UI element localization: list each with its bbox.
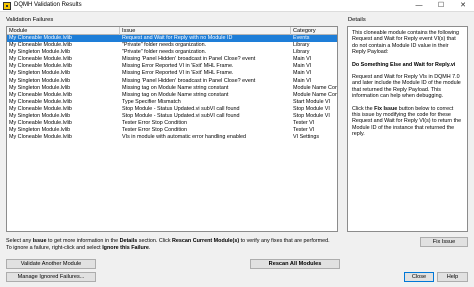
help-button[interactable]: Help (437, 272, 468, 282)
help-text: Select any Issue to get more information… (6, 238, 336, 252)
help-line-1: Select any Issue to get more information… (6, 238, 330, 244)
module-cell: My Cloneable Module.lvlib (9, 105, 72, 112)
issue-cell: Missing 'Panel Hidden' broadcast in Pane… (122, 56, 256, 63)
issue-cell: Missing Error Reported VI in 'Exit' MHL … (122, 63, 234, 70)
category-cell: Events (293, 35, 310, 41)
issue-cell: "Private" folder needs organization. (122, 49, 207, 56)
window-title: DQMH Validation Results (14, 2, 82, 8)
table-row[interactable]: My Cloneable Module.lvlib Missing 'Panel … (7, 56, 337, 63)
table-row[interactable]: My Singleton Module.lvlib Missing Error R… (7, 70, 337, 77)
category-cell: VI Settings (293, 134, 320, 141)
module-cell: My Cloneable Module.lvlib (9, 56, 72, 63)
category-cell: Library (293, 49, 310, 56)
issue-cell: Missing Error Reported VI in 'Exit' MHL … (122, 70, 234, 77)
module-cell: My Singleton Module.lvlib (9, 127, 71, 134)
category-cell: Module Name Const (293, 91, 338, 98)
table-row[interactable]: My Singleton Module.lvlib Missing 'Panel … (7, 78, 337, 85)
issue-cell: VIs in module with automatic error handl… (122, 134, 247, 141)
module-cell: My Cloneable Module.lvlib (9, 91, 72, 98)
category-cell: Module Name Const (293, 84, 338, 91)
validation-failures-label: Validation Failures (6, 17, 54, 23)
issue-cell: Missing tag on Module Name string consta… (122, 91, 229, 98)
module-cell: My Cloneable Module.lvlib (9, 63, 72, 70)
category-cell: Tester VI (293, 127, 315, 134)
issue-cell: Request and Wait for Reply with no Modul… (122, 35, 233, 41)
table-row[interactable]: My Cloneable Module.lvlib Missing tag on … (7, 92, 337, 99)
validate-another-module-button[interactable]: Validate Another Module (6, 259, 96, 269)
table-row[interactable]: My Singleton Module.lvlib Missing tag on … (7, 85, 337, 92)
module-cell: My Singleton Module.lvlib (9, 49, 71, 56)
category-cell: Stop Module VI (293, 113, 330, 120)
table-row[interactable]: My Singleton Module.lvlib "Private" folde… (7, 49, 337, 56)
column-header-module[interactable]: Module (7, 27, 120, 35)
category-cell: Main VI (293, 70, 312, 77)
close-button[interactable]: Close (404, 272, 434, 282)
details-label: Details (348, 17, 366, 23)
issue-cell: Missing tag on Module Name string consta… (122, 84, 229, 91)
module-cell: My Cloneable Module.lvlib (9, 120, 72, 127)
table-row[interactable]: My Cloneable Module.lvlib "Private" folde… (7, 42, 337, 49)
details-intro: This cloneable module contains the follo… (352, 30, 459, 56)
manage-ignored-failures-button[interactable]: Manage Ignored Failures... (6, 272, 96, 282)
issue-cell: Tester Error Stop Condition (122, 120, 188, 127)
issue-cell: Tester Error Stop Condition (122, 127, 188, 134)
validation-failures-table[interactable]: Module Issue Category My Cloneable Modul… (6, 26, 338, 232)
rescan-all-modules-button[interactable]: Rescan All Modules (250, 259, 340, 269)
category-cell: Main VI (293, 77, 312, 84)
table-body: My Cloneable Module.lvlib Request and Wai… (7, 35, 337, 141)
module-cell: My Singleton Module.lvlib (9, 84, 71, 91)
module-cell: My Singleton Module.lvlib (9, 77, 71, 84)
category-cell: Stop Module VI (293, 105, 330, 112)
title-bar: DQMH Validation Results — ☐ ✕ (0, 0, 474, 12)
table-row[interactable]: My Singleton Module.lvlib Tester Error St… (7, 127, 337, 134)
fix-issue-button[interactable]: Fix Issue (420, 237, 468, 247)
module-cell: My Cloneable Module.lvlib (9, 35, 72, 41)
category-cell: Main VI (293, 63, 312, 70)
table-row[interactable]: My Singleton Module.lvlib Stop Module - S… (7, 113, 337, 120)
column-header-issue[interactable]: Issue (120, 27, 291, 35)
category-cell: Tester VI (293, 120, 315, 127)
details-panel: This cloneable module contains the follo… (347, 26, 468, 232)
close-window-button[interactable]: ✕ (452, 0, 474, 12)
issue-cell: Missing 'Panel Hidden' broadcast in Pane… (122, 77, 256, 84)
details-explanation: Request and Wait for Reply VIs in DQMH 7… (352, 74, 461, 100)
table-row[interactable]: My Cloneable Module.lvlib VIs in module w… (7, 134, 337, 141)
issue-cell: Stop Module - Status Updated.vi subVI ca… (122, 105, 240, 112)
category-cell: Main VI (293, 56, 312, 63)
module-cell: My Singleton Module.lvlib (9, 113, 71, 120)
category-cell: Start Module VI (293, 98, 331, 105)
maximize-button[interactable]: ☐ (430, 0, 452, 12)
table-row[interactable]: My Cloneable Module.lvlib Type Specifier … (7, 99, 337, 106)
table-header: Module Issue Category (7, 27, 337, 35)
details-fix-hint: Click the Fix Issue button below to corr… (352, 105, 462, 138)
issue-cell: Type Specifier Mismatch (122, 98, 181, 105)
details-vi-name: Do Something Else and Wait for Reply.vi (352, 61, 456, 68)
table-row[interactable]: My Cloneable Module.lvlib Tester Error St… (7, 120, 337, 127)
module-cell: My Cloneable Module.lvlib (9, 42, 72, 49)
module-cell: My Cloneable Module.lvlib (9, 134, 72, 141)
table-row[interactable]: My Cloneable Module.lvlib Missing Error R… (7, 63, 337, 70)
table-row[interactable]: My Cloneable Module.lvlib Stop Module - S… (7, 106, 337, 113)
issue-cell: "Private" folder needs organization. (122, 42, 207, 49)
dqmh-app-icon (3, 2, 11, 10)
column-header-category[interactable]: Category (291, 27, 337, 35)
issue-cell: Stop Module - Status Updated.vi subVI ca… (122, 113, 240, 120)
table-row[interactable]: My Cloneable Module.lvlib Request and Wai… (7, 35, 337, 43)
category-cell: Library (293, 42, 310, 49)
help-line-2: To ignore a failure, right-click and sel… (6, 244, 151, 251)
module-cell: My Cloneable Module.lvlib (9, 98, 72, 105)
minimize-button[interactable]: — (408, 0, 430, 12)
module-cell: My Singleton Module.lvlib (9, 70, 71, 77)
